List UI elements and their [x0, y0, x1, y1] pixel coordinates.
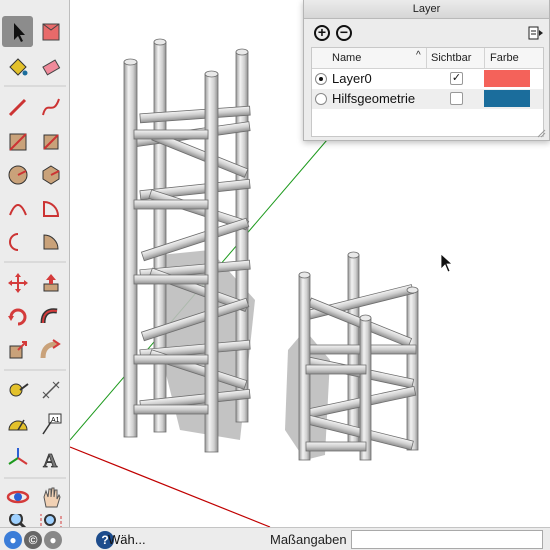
column-color[interactable]: Farbe [490, 52, 519, 64]
two-point-arc-icon[interactable] [3, 227, 33, 257]
column-divider [426, 48, 427, 69]
offset-icon[interactable] [36, 335, 66, 365]
active-layer-radio[interactable] [315, 73, 327, 85]
follow-me-icon[interactable] [36, 302, 66, 332]
tool-palette: A1 A [0, 0, 70, 528]
zoom-icon[interactable] [3, 514, 33, 528]
eraser-icon[interactable] [36, 52, 66, 82]
column-visible[interactable]: Sichtbar [431, 52, 471, 64]
credits-icon[interactable]: © [24, 531, 42, 549]
resize-grip-icon[interactable] [536, 128, 546, 138]
measurements-input[interactable] [351, 530, 543, 549]
rotated-rectangle-icon[interactable] [36, 127, 66, 157]
zoom-extents-icon[interactable] [36, 514, 66, 528]
svg-text:A1: A1 [51, 417, 60, 424]
status-hint: Wäh... [108, 532, 146, 547]
visible-checkbox[interactable]: ✓ [450, 72, 463, 85]
axes-icon[interactable] [3, 443, 33, 473]
three-point-arc-icon[interactable] [36, 227, 66, 257]
layer-panel-title: Layer [304, 0, 549, 19]
layer-color-swatch[interactable] [484, 90, 530, 107]
add-layer-icon[interactable]: + [314, 25, 330, 41]
layer-table-header: Name ^ Sichtbar Farbe [312, 48, 543, 69]
layer-row-layer0[interactable]: Layer0 ✓ [312, 69, 543, 89]
measurements-label: Maßangaben [270, 532, 347, 547]
tape-measure-icon[interactable] [3, 375, 33, 405]
visible-checkbox[interactable] [450, 92, 463, 105]
move-icon[interactable] [3, 268, 33, 298]
geolocation-icon[interactable]: ● [4, 531, 22, 549]
user-icon[interactable]: ● [44, 531, 62, 549]
layer-name[interactable]: Hilfsgeometrie [332, 91, 415, 106]
status-bar: ● © ● ? Wäh... Maßangaben [0, 527, 550, 550]
column-name[interactable]: Name [332, 52, 361, 64]
details-menu-icon[interactable] [528, 25, 544, 41]
arc-icon[interactable] [3, 194, 33, 224]
layer-toolbar: + − [304, 19, 549, 47]
select-icon[interactable] [3, 17, 33, 47]
red-axis [70, 446, 271, 527]
svg-text:A: A [43, 450, 58, 470]
pencil-icon[interactable] [3, 92, 33, 122]
pie-icon[interactable] [36, 194, 66, 224]
status-icons: ● © ● ? [4, 531, 114, 549]
text-icon[interactable]: A1 [36, 409, 66, 439]
active-layer-radio[interactable] [315, 93, 327, 105]
remove-layer-icon[interactable]: − [336, 25, 352, 41]
3d-text-icon[interactable]: A [36, 443, 66, 473]
layer-color-swatch[interactable] [484, 70, 530, 87]
layer-panel: Layer + − Name ^ Sichtbar Farbe Layer0 ✓ [303, 0, 550, 141]
dimension-icon[interactable] [36, 375, 66, 405]
rectangle-icon[interactable] [3, 127, 33, 157]
paint-bucket-icon[interactable] [3, 52, 33, 82]
pan-icon[interactable] [36, 482, 66, 512]
layer-name[interactable]: Layer0 [332, 71, 372, 86]
layer-table: Name ^ Sichtbar Farbe Layer0 ✓ Hilfsgeom… [311, 47, 544, 137]
protractor-icon[interactable] [3, 409, 33, 439]
component-icon[interactable] [36, 17, 66, 47]
circle-icon[interactable] [3, 160, 33, 190]
orbit-icon[interactable] [3, 482, 33, 512]
sort-ascending-icon[interactable]: ^ [416, 50, 421, 61]
scale-icon[interactable] [3, 335, 33, 365]
layer-row-hilfsgeometrie[interactable]: Hilfsgeometrie [312, 89, 543, 109]
push-pull-icon[interactable] [36, 268, 66, 298]
polygon-icon[interactable] [36, 160, 66, 190]
sketchup-window: A1 A ● © ● ? Wäh... Maßangaben Layer + −… [0, 0, 550, 550]
mouse-cursor-icon [440, 253, 454, 273]
column-divider [484, 48, 485, 69]
rotate-icon[interactable] [3, 302, 33, 332]
freehand-icon[interactable] [36, 92, 66, 122]
